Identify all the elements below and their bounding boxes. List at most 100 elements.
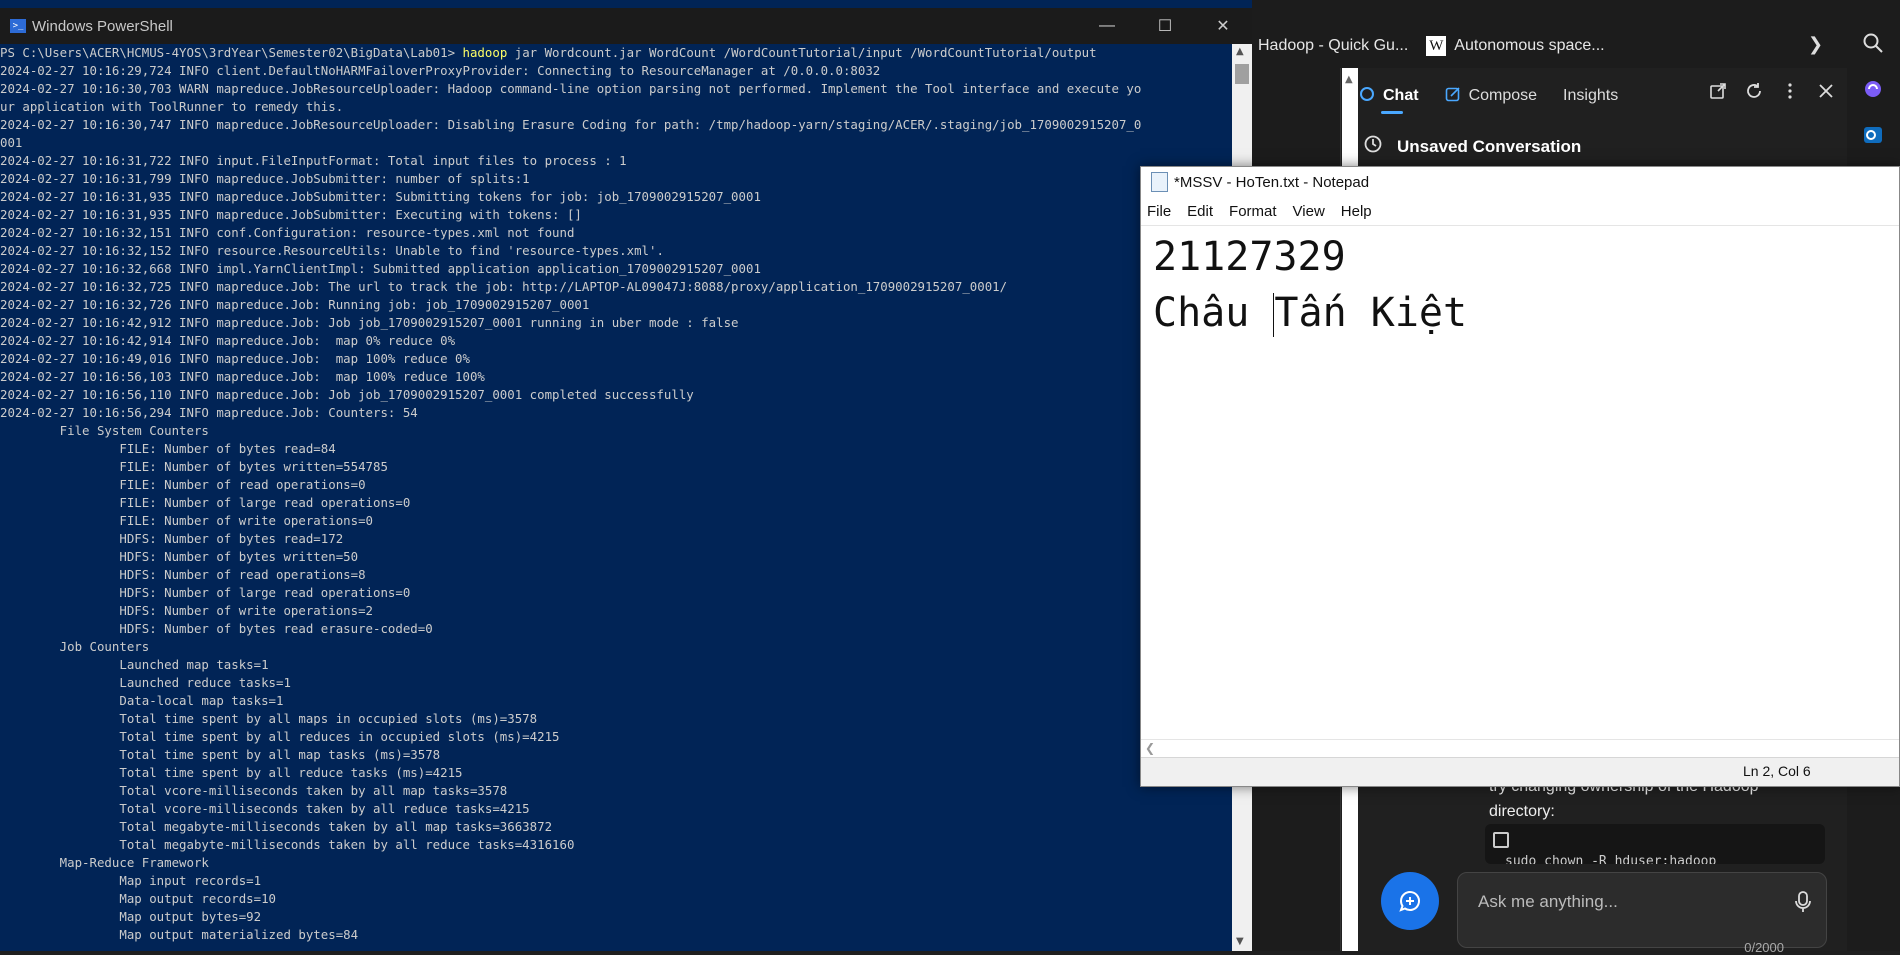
- new-topic-button[interactable]: [1381, 872, 1439, 930]
- cursor-position: Ln 2, Col 6: [1743, 763, 1811, 779]
- scroll-up-icon[interactable]: ▲: [1236, 46, 1244, 57]
- log-line: Total time spent by all map tasks (ms)=3…: [0, 747, 441, 762]
- command-args: jar Wordcount.jar WordCount /WordCountTu…: [507, 45, 1097, 60]
- terminal-output[interactable]: PS C:\Users\ACER\HCMUS-4YOS\3rdYear\Seme…: [0, 44, 1232, 951]
- menu-view[interactable]: View: [1293, 203, 1325, 220]
- ask-box: 0/2000: [1457, 872, 1827, 955]
- conversation-title: Unsaved Conversation: [1397, 136, 1582, 156]
- ask-input[interactable]: [1476, 891, 1780, 913]
- log-line: FILE: Number of bytes read=84: [0, 441, 336, 456]
- log-line: Map output bytes=92: [0, 909, 262, 924]
- log-line: Total vcore-milliseconds taken by all ma…: [0, 783, 508, 798]
- tab-label: Chat: [1383, 87, 1419, 104]
- text-line-2: Châu Tấn Kiệt: [1153, 285, 1893, 341]
- notepad-statusbar: Ln 2, Col 6: [1141, 757, 1899, 786]
- log-line: HDFS: Number of large read operations=0: [0, 585, 411, 600]
- tab-chat[interactable]: Chat: [1359, 68, 1419, 124]
- log-line: HDFS: Number of bytes read erasure-coded…: [0, 621, 433, 636]
- log-line: 2024-02-27 10:16:32,152 INFO resource.Re…: [0, 243, 664, 258]
- log-line: 2024-02-27 10:16:31,935 INFO mapreduce.J…: [0, 207, 582, 222]
- log-line: 2024-02-27 10:16:32,726 INFO mapreduce.J…: [0, 297, 590, 312]
- log-line: 2024-02-27 10:16:32,151 INFO conf.Config…: [0, 225, 575, 240]
- powershell-titlebar[interactable]: >_ Windows PowerShell — ☐ ✕: [0, 8, 1252, 44]
- scroll-down-icon[interactable]: ▼: [1236, 936, 1244, 947]
- maximize-button[interactable]: ☐: [1136, 8, 1194, 44]
- log-line: HDFS: Number of bytes written=50: [0, 549, 359, 564]
- bookmark-autonomous[interactable]: W Autonomous space...: [1426, 36, 1605, 56]
- log-line: 2024-02-27 10:16:31,722 INFO input.FileI…: [0, 153, 627, 168]
- character-counter: 0/2000: [1744, 940, 1784, 955]
- close-icon[interactable]: [1817, 82, 1835, 104]
- conversation-header[interactable]: Unsaved Conversation: [1363, 134, 1581, 159]
- log-lines: 2024-02-27 10:16:29,724 INFO client.Defa…: [0, 63, 1141, 942]
- log-line: Map output materialized bytes=84: [0, 927, 359, 942]
- copilot-chat-icon: [1359, 86, 1375, 107]
- log-line: 2024-02-27 10:16:32,725 INFO mapreduce.J…: [0, 279, 1008, 294]
- log-line: Launched map tasks=1: [0, 657, 269, 672]
- bookmarks-bar: Hadoop - Quick Gu... W Autonomous space.…: [1252, 28, 1852, 64]
- window-controls: — ☐ ✕: [1078, 8, 1252, 44]
- search-icon[interactable]: [1860, 30, 1886, 56]
- log-line: 2024-02-27 10:16:56,294 INFO mapreduce.J…: [0, 405, 418, 420]
- log-line: 2024-02-27 10:16:56,110 INFO mapreduce.J…: [0, 387, 694, 402]
- log-line: Total megabyte-milliseconds taken by all…: [0, 819, 553, 834]
- log-line: HDFS: Number of read operations=8: [0, 567, 366, 582]
- copy-icon[interactable]: [1493, 832, 1509, 848]
- code-snippet: sudo chown -R hduser:hadoop: [1485, 824, 1825, 864]
- menu-file[interactable]: File: [1147, 203, 1171, 220]
- log-line: 001: [0, 135, 23, 150]
- log-line: FILE: Number of read operations=0: [0, 477, 366, 492]
- tab-insights[interactable]: Insights: [1563, 68, 1618, 124]
- log-line: Total time spent by all reduce tasks (ms…: [0, 765, 463, 780]
- log-line: HDFS: Number of write operations=2: [0, 603, 373, 618]
- scroll-up-icon[interactable]: ▲: [1345, 74, 1353, 85]
- microphone-icon[interactable]: [1794, 891, 1812, 917]
- log-line: Total megabyte-milliseconds taken by all…: [0, 837, 575, 852]
- log-line: File System Counters: [0, 423, 209, 438]
- wikipedia-icon: W: [1426, 36, 1447, 56]
- text-after-caret: Tấn Kiệt: [1274, 290, 1468, 336]
- refresh-icon[interactable]: [1745, 82, 1763, 104]
- bookmark-hadoop[interactable]: Hadoop - Quick Gu...: [1258, 37, 1408, 55]
- copilot-icon[interactable]: [1860, 76, 1886, 102]
- log-line: Total vcore-milliseconds taken by all re…: [0, 801, 530, 816]
- powershell-window: >_ Windows PowerShell — ☐ ✕ PS C:\Users\…: [0, 0, 1252, 951]
- open-in-new-tab-icon[interactable]: [1709, 82, 1727, 104]
- horizontal-scrollbar[interactable]: ❮: [1141, 739, 1899, 758]
- log-line: Total time spent by all reduces in occup…: [0, 729, 560, 744]
- bookmark-label: Autonomous space...: [1454, 37, 1605, 54]
- notepad-editor[interactable]: 21127329 Châu Tấn Kiệt: [1153, 229, 1893, 341]
- text-line-1: 21127329: [1153, 234, 1346, 280]
- history-icon: [1363, 134, 1383, 159]
- log-line: 2024-02-27 10:16:56,103 INFO mapreduce.J…: [0, 369, 485, 384]
- compose-icon: [1445, 86, 1461, 107]
- log-line: Job Counters: [0, 639, 150, 654]
- log-line: Total time spent by all maps in occupied…: [0, 711, 538, 726]
- window-title: *MSSV - HoTen.txt - Notepad: [1174, 173, 1370, 191]
- log-line: FILE: Number of write operations=0: [0, 513, 373, 528]
- prompt: PS C:\Users\ACER\HCMUS-4YOS\3rdYear\Seme…: [0, 45, 463, 60]
- tab-compose[interactable]: Compose: [1445, 68, 1537, 124]
- menu-edit[interactable]: Edit: [1187, 203, 1213, 220]
- log-line: Map input records=1: [0, 873, 262, 888]
- bookmark-label: Hadoop - Quick Gu...: [1258, 37, 1409, 54]
- minimize-button[interactable]: —: [1078, 8, 1136, 44]
- menu-help[interactable]: Help: [1341, 203, 1372, 220]
- edge-sidebar-rail: [1846, 30, 1900, 148]
- log-line: FILE: Number of large read operations=0: [0, 495, 411, 510]
- tab-label: Insights: [1563, 87, 1619, 104]
- log-line: 2024-02-27 10:16:31,935 INFO mapreduce.J…: [0, 189, 761, 204]
- scroll-left-icon[interactable]: ❮: [1145, 741, 1155, 755]
- more-options-icon[interactable]: [1781, 82, 1799, 104]
- powershell-icon: >_: [10, 19, 26, 33]
- notepad-titlebar[interactable]: *MSSV - HoTen.txt - Notepad: [1141, 167, 1899, 197]
- text-before-caret: Châu: [1153, 290, 1274, 336]
- outlook-icon[interactable]: [1860, 122, 1886, 148]
- menu-format[interactable]: Format: [1229, 203, 1277, 220]
- scrollbar-thumb[interactable]: [1235, 64, 1249, 84]
- log-line: 2024-02-27 10:16:30,703 WARN mapreduce.J…: [0, 81, 1142, 96]
- log-line: ur application with ToolRunner to remedy…: [0, 99, 344, 114]
- copilot-header-actions: [1709, 82, 1835, 104]
- chevron-right-icon[interactable]: ❯: [1808, 34, 1823, 55]
- close-button[interactable]: ✕: [1194, 8, 1252, 44]
